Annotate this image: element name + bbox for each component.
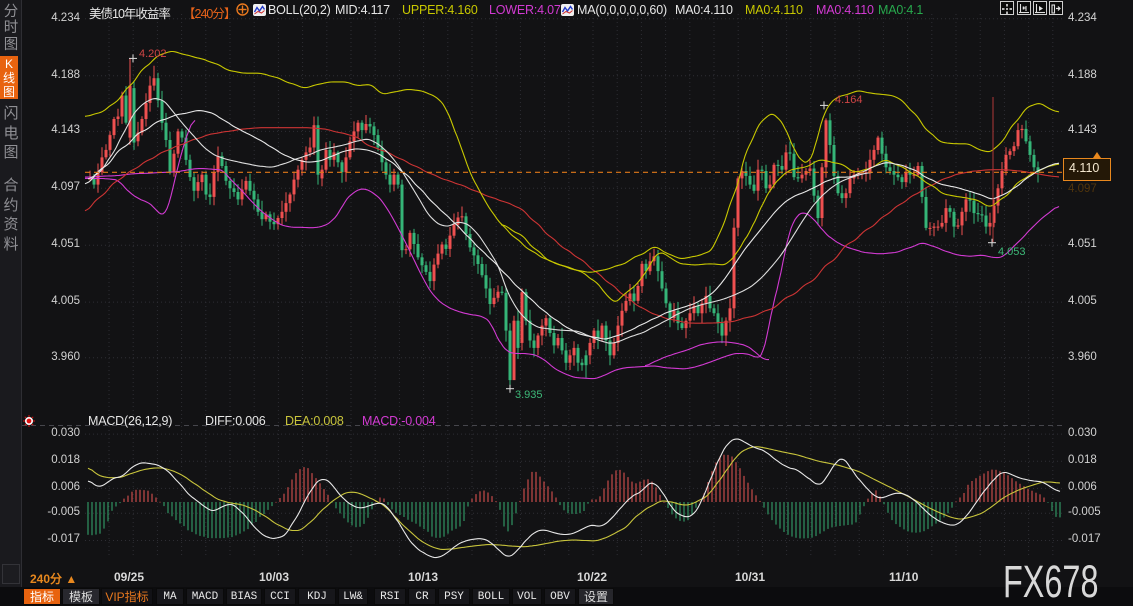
svg-text:4.202: 4.202: [139, 48, 167, 60]
svg-text:3.935: 3.935: [515, 389, 543, 401]
svg-text:4.164: 4.164: [835, 94, 863, 106]
svg-text:4.053: 4.053: [998, 246, 1026, 258]
